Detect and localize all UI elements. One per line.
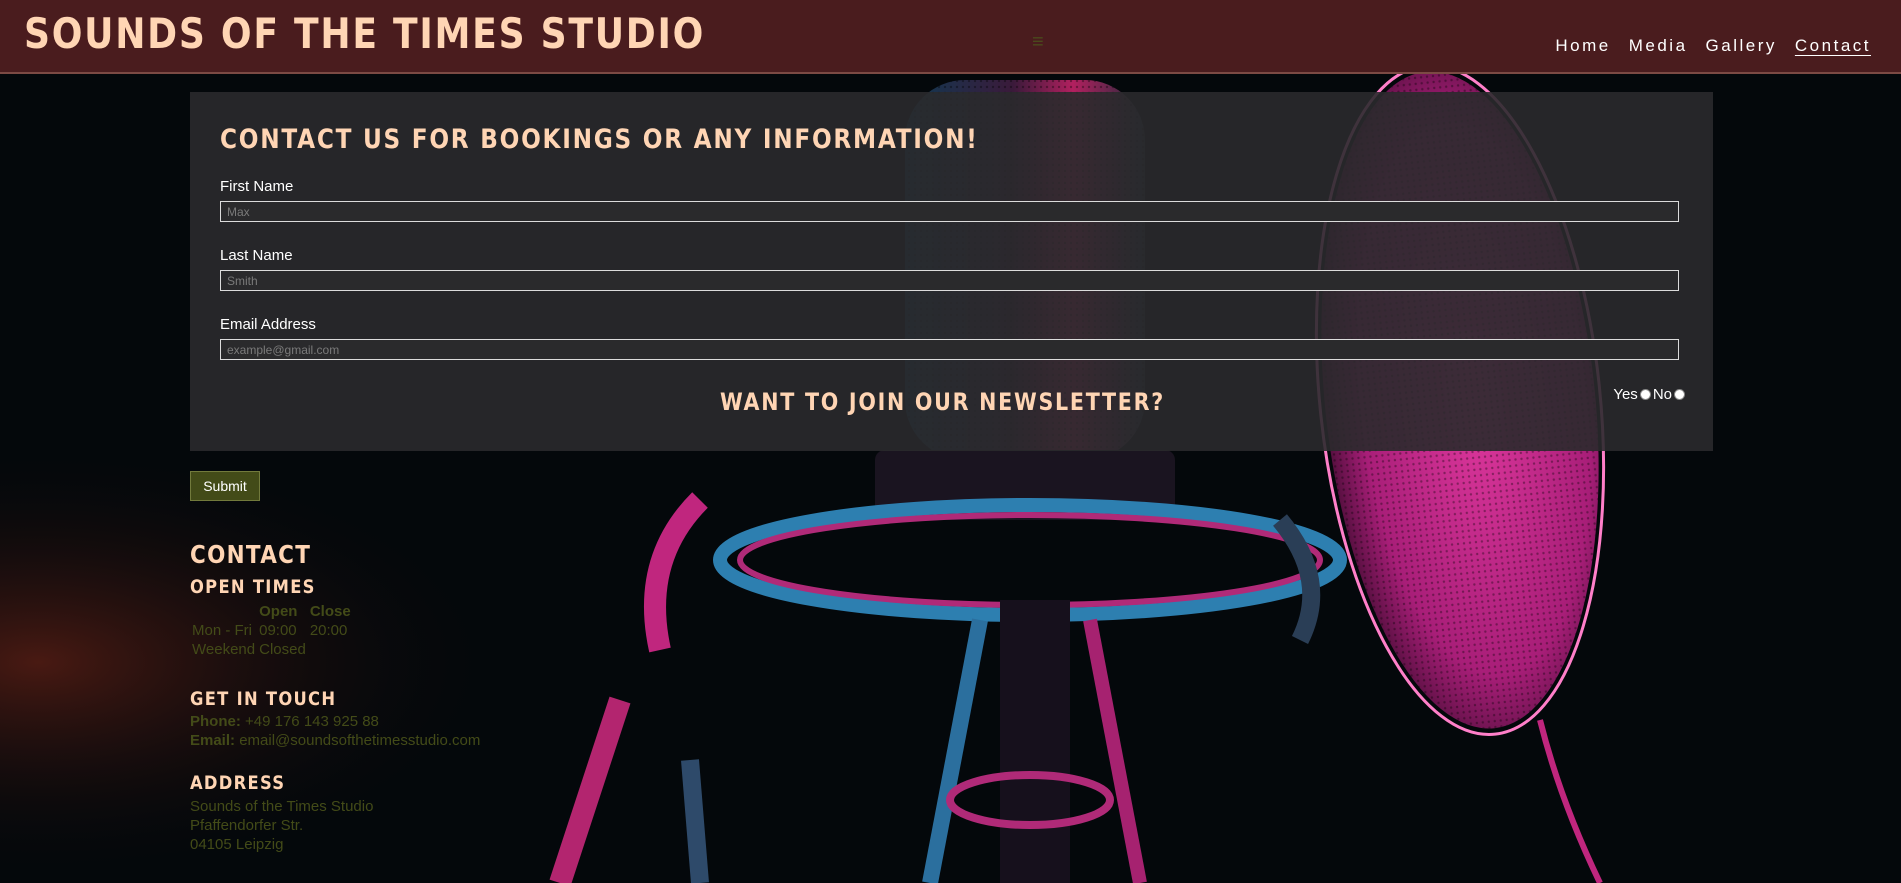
last-name-label: Last Name	[220, 247, 293, 264]
table-header-cell	[190, 602, 257, 621]
table-cell: Weekend	[192, 641, 256, 658]
email-label: Email Address	[220, 316, 316, 333]
table-cell: 09:00	[259, 622, 297, 639]
newsletter-title: WANT TO JOIN OUR NEWSLETTER?	[720, 388, 1165, 416]
newsletter-yes-radio[interactable]	[1639, 389, 1651, 400]
table-cell: Closed	[259, 641, 306, 658]
email-value[interactable]: email@soundsofthetimesstudio.com	[239, 732, 480, 749]
last-name-input[interactable]	[220, 270, 1679, 291]
table-cell: 20:00	[309, 622, 348, 639]
email-contact-label: Email:	[190, 732, 236, 749]
contact-title: CONTACT	[190, 540, 312, 569]
table-header-cell: Open	[259, 603, 298, 620]
address-title: ADDRESS	[190, 772, 286, 794]
site-header: SOUNDS OF THE TIMES STUDIO ≡ Home Media …	[0, 0, 1901, 74]
table-header-cell: Close	[309, 603, 351, 620]
table-row: Weekend Closed	[190, 640, 353, 659]
phone-label: Phone:	[190, 713, 241, 730]
site-title[interactable]: SOUNDS OF THE TIMES STUDIO	[24, 8, 705, 60]
newsletter-no-radio[interactable]	[1674, 389, 1685, 400]
newsletter-no-label: No	[1652, 386, 1672, 403]
phone-line: Phone: +49 176 143 925 88	[190, 713, 379, 730]
first-name-label: First Name	[220, 178, 294, 195]
form-title: CONTACT US FOR BOOKINGS OR ANY INFORMATI…	[220, 124, 979, 155]
email-input[interactable]	[220, 339, 1679, 360]
newsletter-yes-label: Yes	[1613, 386, 1638, 403]
nav-contact[interactable]: Contact	[1795, 36, 1871, 56]
nav-home[interactable]: Home	[1555, 36, 1610, 56]
table-cell: Mon - Fri	[192, 622, 252, 639]
first-name-input[interactable]	[220, 201, 1679, 222]
open-times-table: Open Close Mon - Fri 09:00 20:00 Weekend…	[190, 602, 353, 659]
table-cell	[308, 640, 353, 659]
address-line: Sounds of the Times Studio	[190, 798, 374, 815]
contact-form-panel: CONTACT US FOR BOOKINGS OR ANY INFORMATI…	[190, 92, 1713, 451]
submit-button[interactable]: Submit	[190, 471, 260, 501]
open-times-title: OPEN TIMES	[190, 576, 316, 598]
table-row: Mon - Fri 09:00 20:00	[190, 621, 353, 640]
nav-media[interactable]: Media	[1629, 36, 1688, 56]
address-line: Pfaffendorfer Str.	[190, 817, 304, 834]
nav-gallery[interactable]: Gallery	[1706, 36, 1777, 56]
get-in-touch-title: GET IN TOUCH	[190, 688, 337, 710]
email-line: Email: email@soundsofthetimesstudio.com	[190, 732, 480, 749]
phone-value[interactable]: +49 176 143 925 88	[245, 713, 379, 730]
main-nav: Home Media Gallery Contact	[1555, 36, 1871, 56]
address-line: 04105 Leipzig	[190, 836, 284, 853]
hamburger-icon[interactable]: ≡	[1032, 32, 1044, 52]
newsletter-options: Yes No	[1613, 386, 1685, 403]
table-header-row: Open Close	[190, 602, 353, 621]
